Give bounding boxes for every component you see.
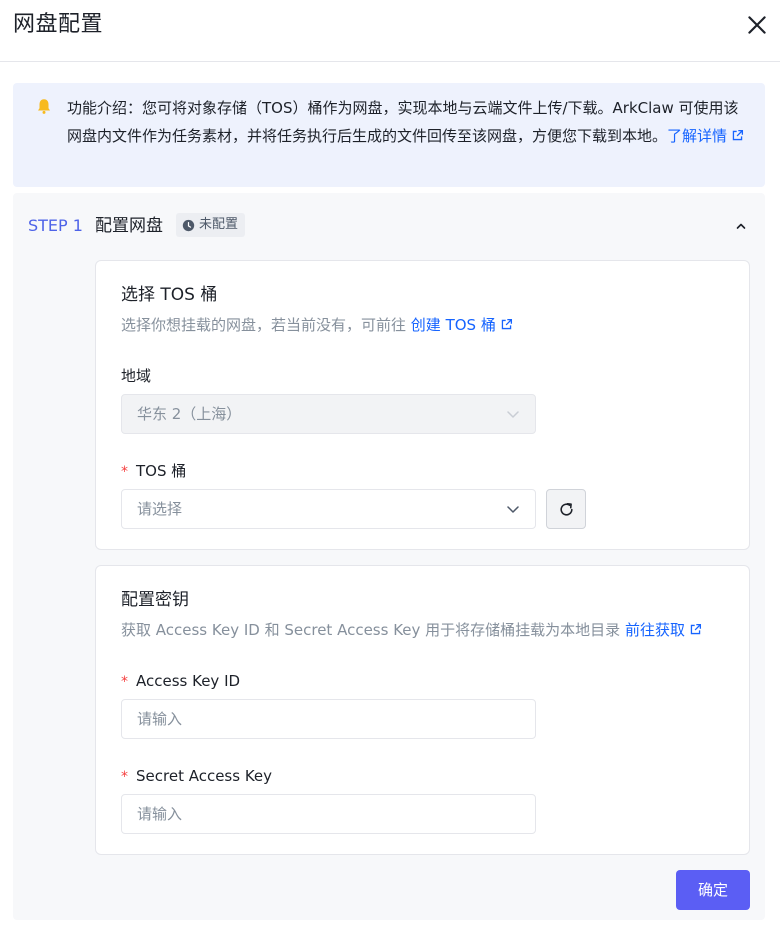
- confirm-button[interactable]: 确定: [676, 870, 750, 910]
- key-card-title: 配置密钥: [121, 590, 189, 610]
- tos-card-desc-text: 选择你想挂载的网盘，若当前没有，可前往: [121, 316, 407, 334]
- access-key-id-label-text: Access Key ID: [136, 672, 241, 690]
- dialog-header: 网盘配置: [0, 0, 780, 62]
- access-key-id-label: * Access Key ID: [121, 670, 240, 693]
- get-keys-link[interactable]: 前往获取: [625, 621, 702, 639]
- bucket-select[interactable]: 请选择: [121, 489, 536, 529]
- chevron-down-icon: [507, 506, 519, 513]
- close-icon[interactable]: [744, 12, 770, 38]
- intro-notice: 功能介绍：您可将对象存储（TOS）桶作为网盘，实现本地与云端文件上传/下载。Ar…: [13, 83, 765, 187]
- refresh-icon: [560, 503, 573, 516]
- refresh-button[interactable]: [546, 489, 586, 529]
- region-value: 华东 2（上海）: [137, 405, 242, 423]
- key-card-desc: 获取 Access Key ID 和 Secret Access Key 用于将…: [121, 619, 702, 641]
- external-link-icon: [732, 129, 744, 141]
- required-mark: *: [121, 674, 128, 690]
- required-mark: *: [121, 464, 128, 480]
- tos-card-desc: 选择你想挂载的网盘，若当前没有，可前往 创建 TOS 桶: [121, 314, 513, 336]
- create-tos-bucket-link[interactable]: 创建 TOS 桶: [411, 316, 513, 334]
- external-link-icon: [690, 623, 701, 635]
- notice-text: 功能介绍：您可将对象存储（TOS）桶作为网盘，实现本地与云端文件上传/下载。Ar…: [67, 94, 747, 150]
- dialog-title: 网盘配置: [13, 12, 104, 37]
- region-label: 地域: [121, 367, 152, 385]
- status-badge: 未配置: [176, 213, 246, 237]
- get-keys-label: 前往获取: [624, 621, 685, 639]
- bucket-label-text: TOS 桶: [136, 462, 187, 480]
- notice-body: 功能介绍：您可将对象存储（TOS）桶作为网盘，实现本地与云端文件上传/下载。Ar…: [67, 99, 739, 145]
- bell-icon: [35, 97, 53, 115]
- external-link-icon: [501, 318, 512, 330]
- access-key-id-placeholder: 请输入: [137, 710, 183, 728]
- clock-icon: [182, 219, 195, 231]
- step-name: 配置网盘: [95, 216, 163, 236]
- tos-card-title: 选择 TOS 桶: [121, 285, 218, 305]
- chevron-up-icon[interactable]: [733, 218, 749, 234]
- create-tos-bucket-label: 创建 TOS 桶: [410, 316, 496, 334]
- bucket-placeholder: 请选择: [137, 500, 183, 518]
- required-mark: *: [121, 769, 128, 785]
- bucket-label: * TOS 桶: [121, 460, 186, 483]
- secret-access-key-placeholder: 请输入: [137, 805, 183, 823]
- learn-more-link[interactable]: 了解详情: [667, 127, 744, 145]
- key-card-desc-text: 获取 Access Key ID 和 Secret Access Key 用于将…: [121, 621, 621, 639]
- chevron-down-icon: [507, 411, 519, 418]
- secret-access-key-label: * Secret Access Key: [121, 765, 272, 788]
- secret-access-key-label-text: Secret Access Key: [136, 767, 273, 785]
- access-key-card: 配置密钥 获取 Access Key ID 和 Secret Access Ke…: [95, 565, 750, 855]
- secret-access-key-input[interactable]: 请输入: [121, 794, 536, 834]
- tos-bucket-card: 选择 TOS 桶 选择你想挂载的网盘，若当前没有，可前往 创建 TOS 桶 地域…: [95, 260, 750, 550]
- step-panel: STEP 1 配置网盘 未配置 选择 TOS 桶 选择你想挂载的网盘，若当前没有…: [13, 193, 765, 920]
- step-number: STEP 1: [28, 216, 83, 235]
- region-select: 华东 2（上海）: [121, 394, 536, 434]
- access-key-id-input[interactable]: 请输入: [121, 699, 536, 739]
- learn-more-label: 了解详情: [667, 127, 728, 145]
- status-text: 未配置: [199, 217, 239, 232]
